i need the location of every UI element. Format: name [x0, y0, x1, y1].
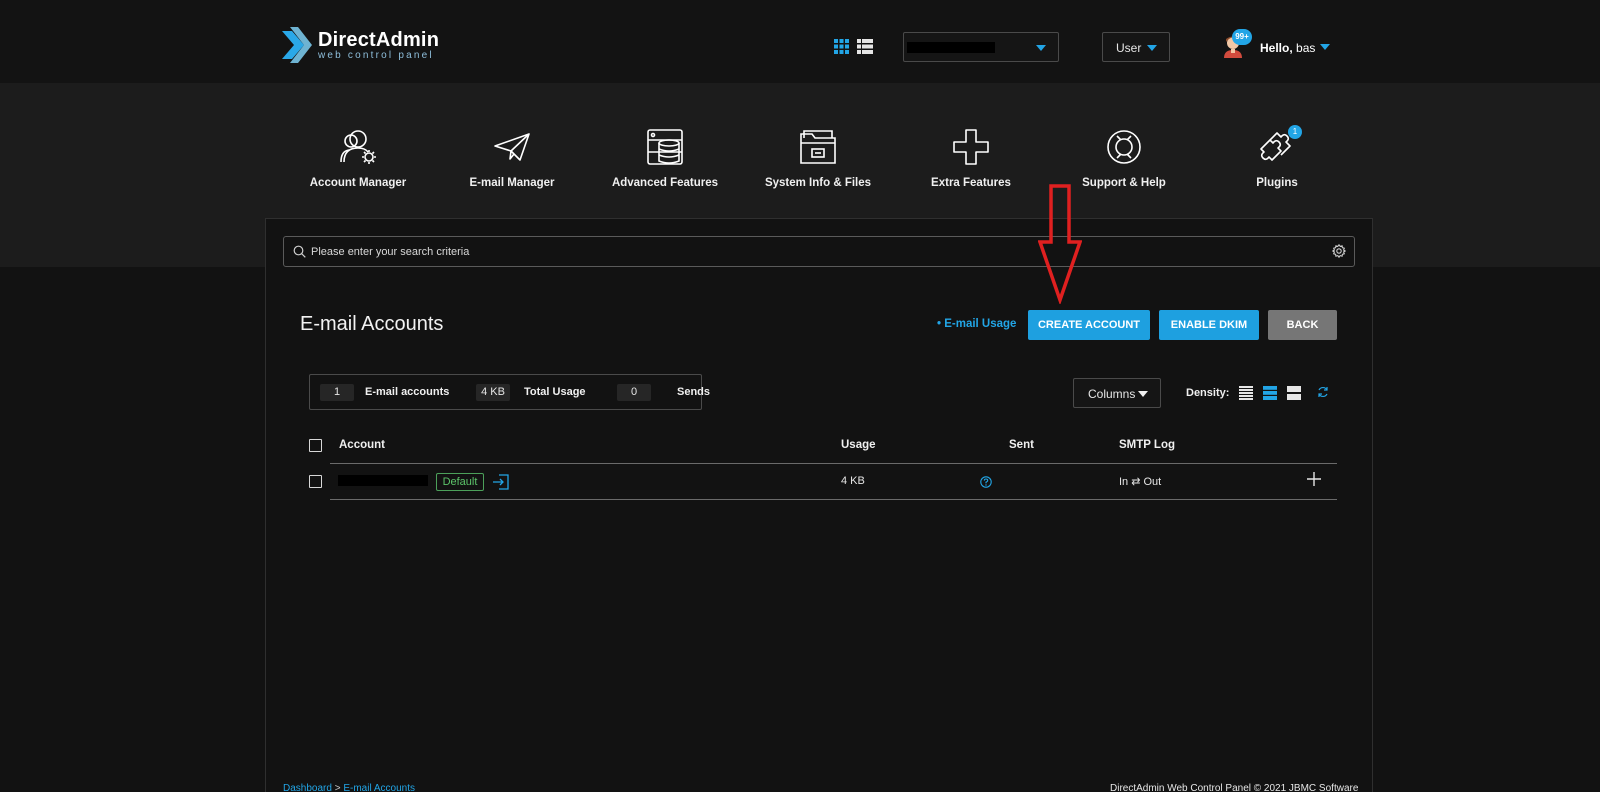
nav-support-help[interactable]: Support & Help	[1049, 128, 1199, 189]
nav-email-manager[interactable]: E-mail Manager	[437, 128, 587, 189]
back-button[interactable]: BACK	[1268, 310, 1337, 340]
column-header-account[interactable]: Account	[339, 439, 385, 451]
plugins-count-badge: 1	[1288, 125, 1302, 139]
user-level-label: User	[1116, 41, 1142, 55]
account-manager-icon	[340, 130, 376, 164]
stat-usage-label: Total Usage	[524, 386, 586, 398]
nav-account-manager[interactable]: Account Manager	[283, 128, 433, 189]
chevron-down-icon	[1138, 391, 1148, 397]
density-compact-icon[interactable]	[1239, 386, 1253, 400]
nav-advanced-features[interactable]: Advanced Features	[590, 128, 740, 189]
plus-icon	[953, 129, 989, 165]
nav-label: Plugins	[1256, 177, 1298, 189]
nav-label: Advanced Features	[611, 177, 719, 189]
enable-dkim-button[interactable]: ENABLE DKIM	[1159, 310, 1259, 340]
nav-label: Extra Features	[931, 177, 1011, 189]
breadcrumb-separator: >	[334, 783, 341, 792]
server-database-icon	[647, 129, 683, 165]
density-label: Density:	[1186, 387, 1230, 399]
search-bar	[283, 236, 1355, 267]
stat-sends-label: Sends	[677, 386, 711, 398]
stat-accounts-value: 1	[320, 384, 354, 401]
nav-label: Account Manager	[309, 177, 407, 189]
table-row-divider	[330, 499, 1337, 500]
row-smtp-log[interactable]: In ⇄ Out	[1119, 475, 1161, 488]
create-account-button[interactable]: CREATE ACCOUNT	[1028, 310, 1150, 340]
top-bar	[0, 0, 1600, 83]
copyright: DirectAdmin Web Control Panel © 2021 JBM…	[1110, 783, 1359, 792]
search-icon	[293, 245, 306, 258]
redacted-domain	[907, 42, 995, 53]
user-menu[interactable]: 99+ Hello, bas	[1222, 26, 1332, 66]
paper-plane-icon	[494, 133, 530, 161]
stat-accounts-label: E-mail accounts	[365, 386, 450, 398]
density-comfortable-icon[interactable]	[1287, 386, 1301, 400]
domain-select[interactable]	[903, 32, 1059, 62]
logo-name: DirectAdmin	[318, 28, 440, 51]
content-panel	[265, 218, 1373, 792]
select-all-checkbox[interactable]	[309, 439, 322, 452]
breadcrumb: Dashboard > E-mail Accounts	[283, 783, 415, 792]
row-usage: 4 KB	[841, 475, 865, 487]
nav-extra-features[interactable]: Extra Features	[896, 128, 1046, 189]
gear-icon[interactable]	[1332, 244, 1346, 258]
username: bas	[1296, 41, 1316, 55]
row-checkbox[interactable]	[309, 475, 322, 488]
nav-label: System Info & Files	[764, 177, 872, 189]
stat-sends-value: 0	[617, 384, 651, 401]
stats-summary: 1 E-mail accounts 4 KB Total Usage 0 Sen…	[309, 374, 710, 410]
lifebuoy-icon	[1107, 130, 1141, 164]
greeting: Hello, bas	[1260, 41, 1315, 55]
column-header-usage[interactable]: Usage	[841, 439, 876, 451]
column-header-sent[interactable]: Sent	[1009, 439, 1034, 451]
user-level-select[interactable]: User	[1102, 32, 1170, 62]
nav-plugins[interactable]: 1 Plugins	[1202, 125, 1352, 189]
expand-row-icon[interactable]	[1307, 472, 1321, 486]
column-header-smtp-log[interactable]: SMTP Log	[1119, 439, 1175, 451]
table-header-divider	[330, 463, 1337, 464]
breadcrumb-email-accounts[interactable]: E-mail Accounts	[343, 783, 415, 792]
refresh-icon[interactable]	[1317, 386, 1329, 398]
login-webmail-icon[interactable]	[492, 473, 510, 491]
density-normal-icon[interactable]	[1263, 386, 1277, 400]
nav-label: E-mail Manager	[469, 177, 555, 189]
help-icon[interactable]	[980, 476, 992, 488]
email-usage-link[interactable]: • E-mail Usage	[937, 318, 1016, 330]
columns-dropdown[interactable]: Columns	[1073, 378, 1161, 408]
breadcrumb-dashboard[interactable]: Dashboard	[283, 783, 332, 792]
folder-icon	[800, 130, 836, 164]
chevron-down-icon	[1147, 45, 1157, 51]
logo-tagline: web control panel	[318, 49, 434, 61]
greeting-label: Hello,	[1260, 41, 1293, 55]
redacted-account-name[interactable]	[338, 475, 428, 486]
chevron-down-icon	[1320, 44, 1330, 50]
columns-label: Columns	[1088, 387, 1136, 401]
default-badge: Default	[436, 473, 484, 491]
chevron-down-icon	[1036, 45, 1046, 51]
stat-usage-value: 4 KB	[476, 384, 510, 401]
list-view-icon[interactable]	[857, 39, 873, 54]
logo-mark-icon	[282, 27, 312, 63]
grid-view-icon[interactable]	[834, 39, 849, 54]
notification-badge[interactable]: 99+	[1232, 29, 1252, 45]
page-title: E-mail Accounts	[300, 313, 444, 335]
nav-system-info-files[interactable]: System Info & Files	[743, 128, 893, 189]
annotation-arrow	[1038, 184, 1082, 304]
search-input[interactable]	[311, 241, 1291, 262]
logo[interactable]: DirectAdmin web control panel	[282, 27, 439, 63]
